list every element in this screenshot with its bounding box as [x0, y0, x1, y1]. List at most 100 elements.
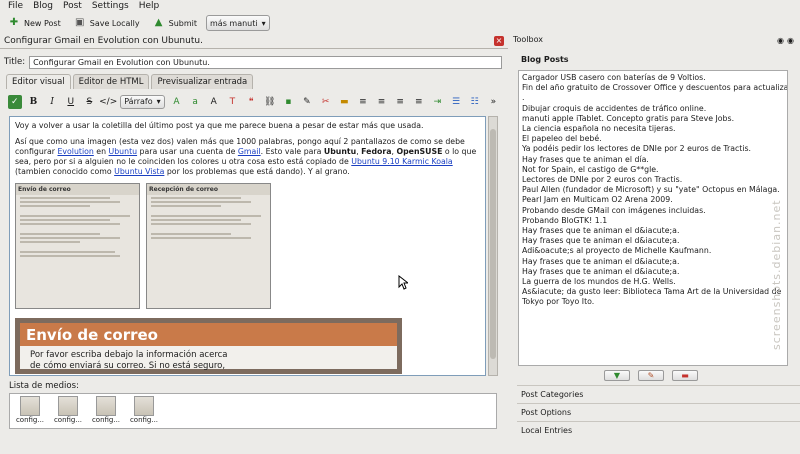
align-center-icon[interactable]: ≡ [375, 95, 389, 109]
italic-icon[interactable]: I [45, 95, 59, 109]
main-toolbar: ✚ New Post ▣ Save Locally ▲ Submit más m… [0, 13, 800, 33]
submit-button[interactable]: ▲ Submit [149, 14, 200, 32]
screenshot-envio-large[interactable]: Envío de correo Por favor escriba debajo… [15, 318, 402, 374]
code-icon[interactable]: </> [99, 95, 117, 109]
remove-link-icon[interactable]: ✂ [319, 95, 333, 109]
menu-file[interactable]: File [8, 1, 23, 11]
chevron-down-icon: ▾ [156, 97, 161, 106]
paragraph-select[interactable]: Párrafo ▾ [120, 94, 165, 109]
menu-settings[interactable]: Settings [92, 1, 129, 11]
blog-select[interactable]: más manuti ▾ [206, 15, 270, 31]
title-input[interactable]: Configurar Gmail en Evolution con Ubunut… [29, 55, 502, 69]
link-evolution[interactable]: Evolution [57, 147, 93, 156]
bg-color-icon[interactable]: a [188, 95, 202, 109]
list-item[interactable]: Fin del año gratuito de Crossover Office… [522, 83, 787, 93]
list-item[interactable]: As&iacute; da gusto leer: Biblioteca Tam… [522, 287, 784, 297]
quote-icon[interactable]: ❝ [244, 95, 258, 109]
close-icon[interactable]: ◉ [787, 36, 794, 45]
large-shot-title: Envío de correo [20, 323, 397, 346]
section-post-categories[interactable]: Post Categories [517, 385, 800, 402]
paragraph-1: Voy a volver a usar la coletilla del últ… [15, 121, 424, 130]
link-ubuntu[interactable]: Ubuntu [109, 147, 138, 156]
menu-post[interactable]: Post [63, 1, 82, 11]
list-item[interactable]: Hay frases que te animan el d&iacute;a. [522, 226, 784, 236]
media-list: config... config... config... config... [9, 393, 497, 429]
indent-icon[interactable]: ⇥ [431, 95, 445, 109]
list-item[interactable]: Probando BloGTK! 1.1 [522, 216, 784, 226]
list-item[interactable]: Hay frases que te animan el d&iacute;a. [522, 267, 784, 277]
tab-visual-editor[interactable]: Editor visual [6, 74, 71, 89]
align-right-icon[interactable]: ≡ [393, 95, 407, 109]
edit-image-icon[interactable]: ✎ [300, 95, 314, 109]
save-icon: ▣ [75, 17, 85, 28]
list-item[interactable]: El papeleo del bebé. [522, 134, 784, 144]
paragraph-2: Así que como una imagen (esta vez dos) v… [15, 137, 477, 176]
save-locally-button[interactable]: ▣ Save Locally [70, 14, 143, 32]
list-item[interactable]: Hay frases que te animan el d&iacute;a. [522, 236, 784, 246]
media-item[interactable]: config... [14, 396, 46, 426]
document-tab-title: Configurar Gmail en Evolution con Ubunut… [4, 36, 203, 46]
align-left-icon[interactable]: ≡ [356, 95, 370, 109]
strikethrough-icon[interactable]: S [83, 95, 97, 109]
tab-html-editor[interactable]: Editor de HTML [72, 74, 150, 89]
list-item[interactable]: Not for Spain, el castigo de G**gle. [522, 165, 784, 175]
text-color-icon[interactable]: A [170, 95, 184, 109]
media-item[interactable]: config... [52, 396, 84, 426]
media-item[interactable]: config... [128, 396, 160, 426]
editor-scrollbar[interactable] [488, 116, 498, 376]
list-item[interactable]: Dibujar croquis de accidentes de tráfico… [522, 104, 784, 114]
more-icon[interactable]: » [487, 95, 501, 109]
menu-blog[interactable]: Blog [33, 1, 53, 11]
list-item[interactable]: La guerra de los mundos de H.G. Wells. [522, 277, 784, 287]
arrow-down-icon: ▼ [613, 371, 621, 380]
section-post-options[interactable]: Post Options [517, 403, 800, 420]
list-item[interactable]: Hay frases que te animan el d&iacute;a. [522, 257, 784, 267]
list-item[interactable]: La ciencia española no necesita tijeras. [522, 124, 784, 134]
blog-posts-list[interactable]: Cargador USB casero con baterías de 9 Vo… [518, 70, 788, 366]
chevron-down-icon: ▾ [261, 18, 266, 28]
numbered-list-icon[interactable]: ☷ [468, 95, 482, 109]
insert-image-icon[interactable]: ▪ [281, 95, 295, 109]
new-post-button[interactable]: ✚ New Post [4, 14, 64, 32]
media-list-label: Lista de medios: [9, 381, 79, 391]
list-item[interactable]: Probando desde GMail con imágenes inclui… [522, 206, 784, 216]
list-item[interactable]: Lectores de DNIe por 2 euros con Tractis… [522, 175, 784, 185]
screenshot-envio[interactable]: Envío de correo [15, 183, 140, 309]
link-gmail[interactable]: Gmail [238, 147, 261, 156]
clear-format-icon[interactable]: T [226, 95, 240, 109]
justify-icon[interactable]: ≡ [412, 95, 426, 109]
list-item[interactable]: Pearl Jam en Multicam O2 Arena 2009. [522, 195, 784, 205]
list-item[interactable]: Tokyo por Toyo Ito. [522, 297, 784, 307]
bold-icon[interactable]: B [27, 95, 41, 109]
detach-icon[interactable]: ◉ [777, 36, 784, 45]
list-item[interactable]: Adi&oacute;s al proyecto de Michelle Kau… [522, 246, 784, 256]
bullet-list-icon[interactable]: ☰ [449, 95, 463, 109]
delete-post-button[interactable]: ▬ [672, 370, 698, 381]
list-item[interactable]: Paul Allen (fundador de Microsoft) y su … [522, 185, 784, 195]
screenshot-envio-title: Envío de correo [16, 184, 139, 195]
list-item[interactable]: manuti apple iTablet. Concepto gratis pa… [522, 114, 784, 124]
menu-help[interactable]: Help [139, 1, 160, 11]
link-karmic[interactable]: Ubuntu 9.10 Karmic Koala [351, 157, 452, 166]
list-item[interactable]: Hay frases que te animan el día. [522, 155, 784, 165]
screenshot-recepcion[interactable]: Recepción de correo [146, 183, 271, 309]
list-item[interactable]: Cargador USB casero con baterías de 9 Vo… [522, 73, 784, 83]
new-post-icon: ✚ [9, 17, 19, 28]
font-size-icon[interactable]: A [207, 95, 221, 109]
section-local-entries[interactable]: Local Entries [517, 421, 800, 438]
more-tag-icon[interactable]: ▬ [337, 95, 351, 109]
spellcheck-icon[interactable]: ✓ [8, 94, 22, 109]
list-item[interactable]: . [522, 93, 784, 103]
open-post-button[interactable]: ▼ [604, 370, 630, 381]
scrollbar-thumb[interactable] [490, 129, 496, 359]
link-vista[interactable]: Ubuntu Vista [114, 167, 164, 176]
link-icon[interactable]: ⛓ [263, 95, 277, 109]
toolbox-title: Toolbox [513, 35, 543, 44]
edit-post-button[interactable]: ✎ [638, 370, 664, 381]
underline-icon[interactable]: U [64, 95, 78, 109]
close-icon[interactable]: × [494, 36, 504, 46]
media-item[interactable]: config... [90, 396, 122, 426]
list-item[interactable]: Ya podéis pedir los lectores de DNIe por… [522, 144, 784, 154]
document-tab[interactable]: Configurar Gmail en Evolution con Ubunut… [0, 35, 508, 49]
tab-preview[interactable]: Previsualizar entrada [151, 74, 254, 89]
